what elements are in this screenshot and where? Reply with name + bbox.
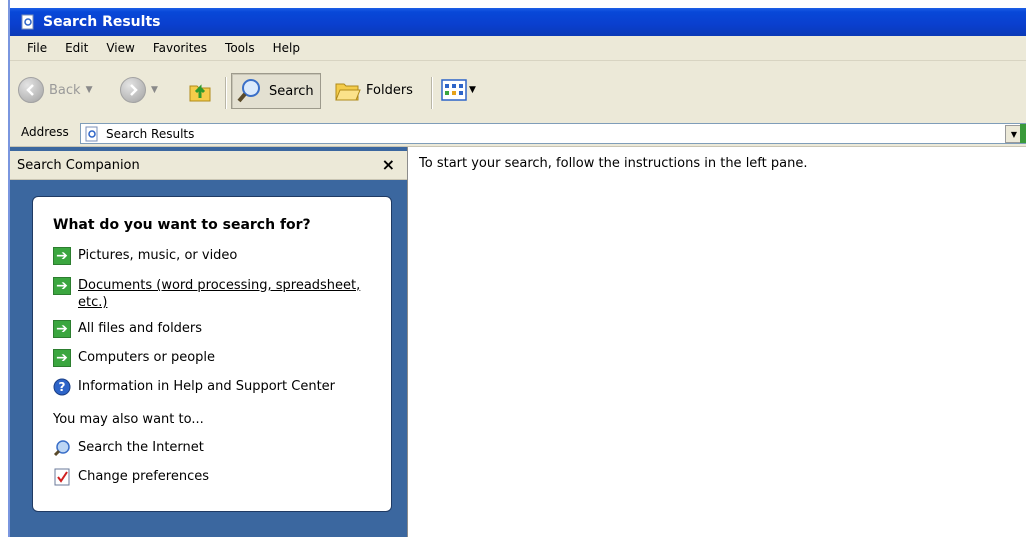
preferences-checklist-icon	[54, 468, 70, 486]
search-internet-icon	[53, 440, 70, 457]
search-button[interactable]: Search	[231, 73, 321, 109]
window-title: Search Results	[43, 14, 161, 30]
help-icon: ?	[53, 378, 71, 396]
option-label: All files and folders	[78, 321, 203, 336]
back-button[interactable]: Back ▼	[18, 67, 92, 113]
forward-arrow-icon	[120, 77, 146, 103]
search-results-icon	[85, 126, 98, 141]
back-label: Back	[49, 82, 81, 98]
forward-button[interactable]: ▼	[120, 67, 158, 113]
address-label: Address	[21, 125, 69, 139]
toolbar-separator	[225, 77, 226, 109]
back-arrow-icon	[18, 77, 44, 103]
search-results-pane: To start your search, follow the instruc…	[409, 147, 1026, 537]
option-label: Documents (word processing, spreadsheet,…	[78, 277, 360, 311]
option-change-preferences[interactable]: Change preferences	[53, 468, 209, 486]
svg-text:?: ?	[59, 380, 66, 394]
search-options-card: What do you want to search for? ➔ Pictur…	[32, 196, 392, 512]
option-label: Information in Help and Support Center	[78, 379, 336, 394]
option-documents[interactable]: ➔ Documents (word processing, spreadshee…	[53, 277, 360, 311]
address-value: Search Results	[106, 126, 195, 141]
menu-bar: File Edit View Favorites Tools Help	[10, 36, 1026, 61]
option-pictures-music-video[interactable]: ➔ Pictures, music, or video	[53, 247, 237, 265]
views-button[interactable]: ▼	[441, 67, 476, 113]
search-results-icon	[21, 14, 34, 30]
toolbar-separator	[431, 77, 432, 109]
option-computers-people[interactable]: ➔ Computers or people	[53, 349, 215, 367]
menu-tools[interactable]: Tools	[216, 37, 264, 59]
green-arrow-icon: ➔	[53, 349, 71, 367]
title-bar[interactable]: Search Results	[10, 8, 1026, 36]
search-label: Search	[269, 83, 314, 99]
option-label-line1: Documents (word processing, spreadsheet,	[78, 278, 361, 293]
go-button[interactable]	[1020, 124, 1026, 143]
up-folder-button[interactable]	[186, 67, 214, 113]
green-arrow-icon: ➔	[53, 247, 71, 265]
also-want-label: You may also want to...	[53, 411, 204, 428]
window-left-border	[0, 0, 10, 537]
search-companion-title: Search Companion	[17, 157, 140, 173]
results-instructions: To start your search, follow the instruc…	[419, 156, 808, 171]
search-heading: What do you want to search for?	[53, 217, 311, 233]
option-help-support[interactable]: ? Information in Help and Support Center	[53, 378, 335, 396]
green-arrow-icon: ➔	[53, 320, 71, 338]
option-label: Computers or people	[78, 350, 216, 365]
option-search-internet[interactable]: Search the Internet	[53, 439, 204, 457]
forward-dropdown-icon[interactable]: ▼	[151, 85, 158, 95]
option-label: Change preferences	[78, 469, 210, 484]
search-companion-pane: Search Companion × What do you want to s…	[10, 147, 408, 537]
menu-favorites[interactable]: Favorites	[144, 37, 216, 59]
option-label-line2: etc.)	[78, 295, 108, 310]
close-icon[interactable]: ×	[382, 157, 395, 173]
option-label: Search the Internet	[78, 440, 204, 455]
up-folder-icon	[189, 84, 211, 102]
menu-edit[interactable]: Edit	[56, 37, 97, 59]
address-bar: Address Search Results ▼	[10, 121, 1026, 147]
address-field[interactable]: Search Results ▼	[80, 123, 1026, 144]
menu-file[interactable]: File	[10, 37, 56, 59]
magnifier-icon	[237, 79, 260, 103]
green-arrow-icon: ➔	[53, 277, 71, 295]
search-companion-header: Search Companion ×	[10, 151, 407, 180]
folders-label: Folders	[366, 82, 413, 98]
views-dropdown-icon[interactable]: ▼	[469, 85, 476, 95]
back-dropdown-icon[interactable]: ▼	[86, 85, 93, 95]
folders-icon	[335, 83, 361, 101]
folders-button[interactable]: Folders	[333, 67, 413, 113]
option-all-files-folders[interactable]: ➔ All files and folders	[53, 320, 202, 338]
option-label: Pictures, music, or video	[78, 248, 238, 263]
also-want-text: You may also want to...	[53, 412, 204, 427]
menu-help[interactable]: Help	[264, 37, 309, 59]
views-grid-icon	[441, 79, 467, 101]
menu-view[interactable]: View	[97, 37, 143, 59]
toolbar: Back ▼ ▼ Search Folders ▼	[10, 61, 1026, 122]
